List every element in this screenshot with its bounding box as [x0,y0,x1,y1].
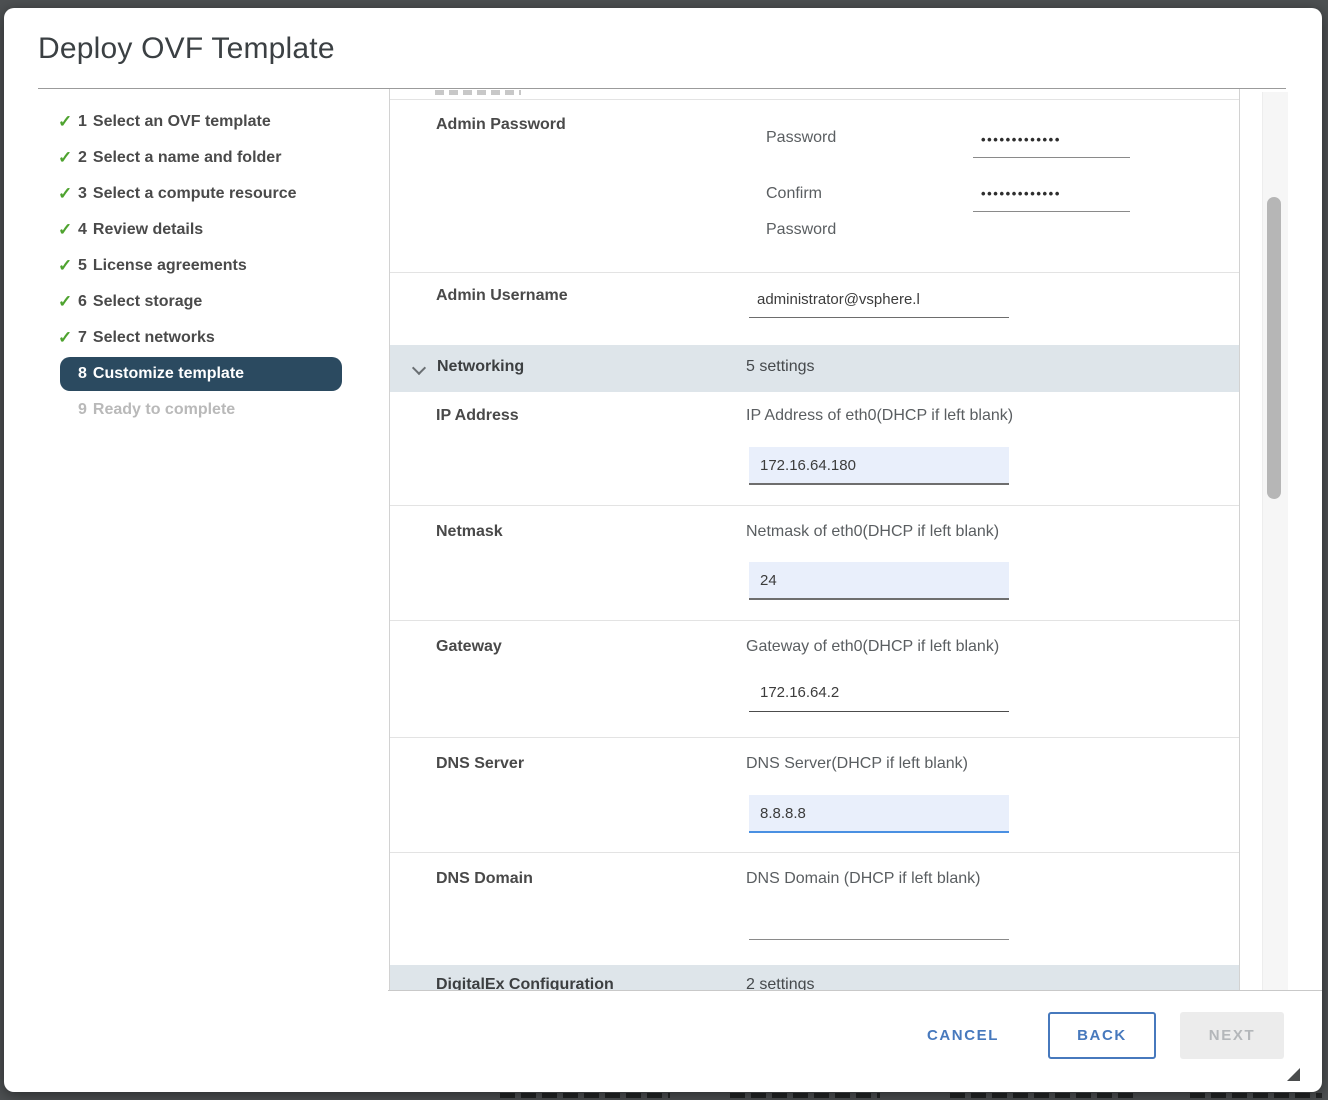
check-icon: ✓ [58,148,78,168]
step-select-compute-resource[interactable]: ✓ 3 Select a compute resource [34,176,386,212]
next-button-disabled[interactable]: NEXT [1180,1012,1284,1059]
row-divider [390,737,1239,738]
clipped-row-remnant [435,90,521,95]
chevron-down-icon [412,361,426,375]
row-divider [390,99,1239,100]
clipped-background-text [950,1093,1135,1098]
step-label: Customize template [93,365,244,383]
customize-template-form: Admin Password Password ••••••••••••• Co… [389,89,1240,990]
gateway-desc: Gateway of eth0(DHCP if left blank) [746,638,999,656]
dialog-resize-handle[interactable] [1287,1068,1300,1081]
ip-address-desc: IP Address of eth0(DHCP if left blank) [746,407,1013,425]
step-ready-to-complete: 9 Ready to complete [34,392,386,428]
check-icon: ✓ [58,256,78,276]
gateway-input[interactable]: 172.16.64.2 [749,674,1009,712]
step-select-storage[interactable]: ✓ 6 Select storage [34,284,386,320]
dns-domain-input[interactable] [749,902,1009,940]
step-label: Review details [93,221,203,239]
content-bottom-divider [388,990,1322,991]
section-title: DigitalEx Configuration [436,976,614,990]
dialog-title: Deploy OVF Template [38,32,335,66]
dns-server-label: DNS Server [436,755,524,773]
row-divider [390,852,1239,853]
wizard-steps: ✓ 1 Select an OVF template ✓ 2 Select a … [34,104,386,428]
clipped-background-text [730,1093,880,1098]
back-button[interactable]: BACK [1048,1012,1156,1059]
step-label: Select a compute resource [93,185,297,203]
admin-password-label: Admin Password [436,116,566,134]
ip-address-input[interactable]: 172.16.64.180 [749,447,1009,485]
row-divider [390,505,1239,506]
dns-server-desc: DNS Server(DHCP if left blank) [746,755,968,773]
ip-address-label: IP Address [436,407,519,425]
step-label: License agreements [93,257,247,275]
admin-password-input[interactable]: ••••••••••••• [973,122,1130,158]
check-icon: ✓ [58,184,78,204]
step-label: Select a name and folder [93,149,282,167]
confirm-password-sublabel: Confirm Password [766,176,858,248]
step-customize-template-active[interactable]: 8 Customize template [60,357,342,391]
step-select-networks[interactable]: ✓ 7 Select networks [34,320,386,356]
step-label: Select networks [93,329,215,347]
section-settings-count: 2 settings [746,976,814,990]
admin-username-input[interactable]: administrator@vsphere.l [749,282,1009,318]
section-title: Networking [437,358,524,376]
gateway-label: Gateway [436,638,502,656]
dns-server-input[interactable]: 8.8.8.8 [749,795,1009,833]
check-icon: ✓ [58,220,78,240]
step-review-details[interactable]: ✓ 4 Review details [34,212,386,248]
deploy-ovf-template-dialog: Deploy OVF Template ✓ 1 Select an OVF te… [4,8,1322,1092]
netmask-input[interactable]: 24 [749,562,1009,600]
check-icon: ✓ [58,112,78,132]
netmask-desc: Netmask of eth0(DHCP if left blank) [746,523,999,541]
cancel-button[interactable]: CANCEL [910,1018,1016,1052]
step-select-ovf-template[interactable]: ✓ 1 Select an OVF template [34,104,386,140]
step-select-name-folder[interactable]: ✓ 2 Select a name and folder [34,140,386,176]
step-label: Select storage [93,293,202,311]
check-icon: ✓ [58,328,78,348]
scrollbar-thumb[interactable] [1267,197,1281,499]
row-divider [390,272,1239,273]
row-divider [390,620,1239,621]
confirm-password-input[interactable]: ••••••••••••• [973,176,1130,212]
dns-domain-label: DNS Domain [436,870,533,888]
step-label: Select an OVF template [93,113,271,131]
admin-username-label: Admin Username [436,287,568,305]
dns-domain-desc: DNS Domain (DHCP if left blank) [746,870,980,888]
networking-section-header[interactable]: Networking 5 settings [390,345,1239,392]
clipped-background-text [1190,1093,1322,1098]
netmask-label: Netmask [436,523,503,541]
step-label: Ready to complete [93,401,235,419]
password-sublabel: Password [766,129,836,147]
clipped-background-text [500,1093,670,1098]
section-settings-count: 5 settings [746,358,814,376]
check-icon: ✓ [58,292,78,312]
step-license-agreements[interactable]: ✓ 5 License agreements [34,248,386,284]
digitalex-configuration-section-header[interactable]: DigitalEx Configuration 2 settings [390,965,1239,990]
